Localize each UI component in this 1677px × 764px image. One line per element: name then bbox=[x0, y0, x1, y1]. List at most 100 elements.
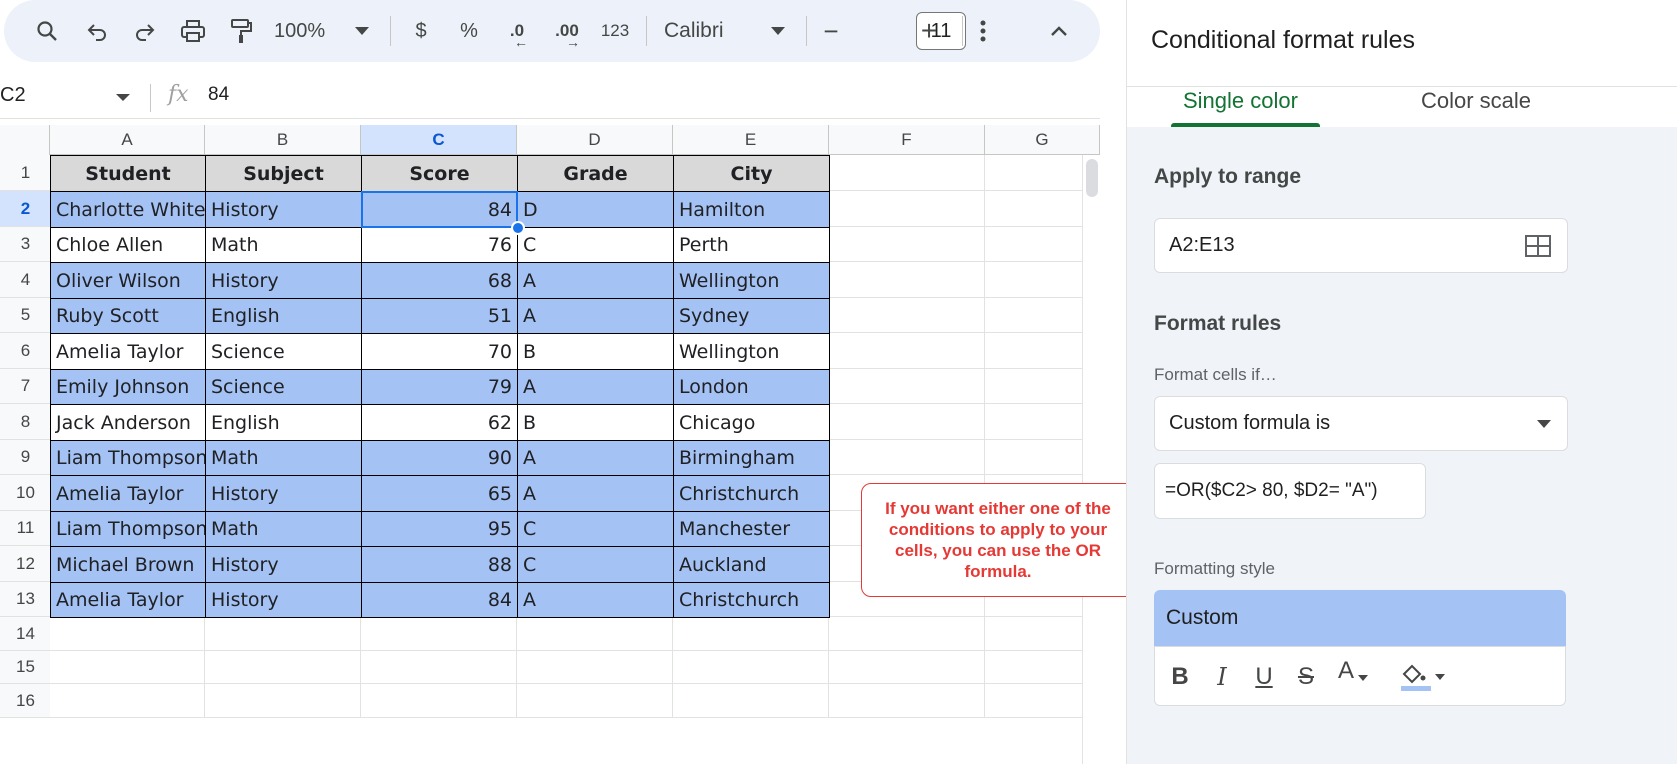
table-cell[interactable]: Wellington bbox=[673, 333, 830, 370]
vertical-scrollbar[interactable] bbox=[1082, 155, 1100, 764]
row-header-6[interactable]: 6 bbox=[0, 333, 52, 369]
row-header-16[interactable]: 16 bbox=[0, 684, 52, 718]
table-cell[interactable]: B bbox=[517, 333, 674, 370]
cell[interactable] bbox=[829, 617, 985, 651]
cell[interactable] bbox=[829, 333, 985, 369]
table-cell[interactable]: Christchurch bbox=[673, 475, 830, 512]
table-cell[interactable]: C bbox=[517, 546, 674, 583]
row-header-14[interactable]: 14 bbox=[0, 617, 52, 651]
table-cell[interactable]: Manchester bbox=[673, 511, 830, 547]
table-cell[interactable]: Birmingham bbox=[673, 440, 830, 476]
bold-button[interactable]: B bbox=[1165, 657, 1195, 697]
table-cell[interactable]: A bbox=[517, 475, 674, 512]
cell[interactable] bbox=[829, 440, 985, 475]
table-cell[interactable]: Emily Johnson bbox=[50, 369, 206, 405]
table-cell[interactable]: Auckland bbox=[673, 546, 830, 583]
table-cell[interactable]: A bbox=[517, 582, 674, 618]
decrease-font-size-button[interactable]: − bbox=[812, 0, 850, 62]
table-header-cell[interactable]: Subject bbox=[205, 155, 362, 192]
chevron-down-icon[interactable] bbox=[116, 94, 130, 101]
table-cell[interactable]: History bbox=[205, 191, 362, 228]
cell[interactable] bbox=[673, 684, 829, 718]
table-cell[interactable]: A bbox=[517, 440, 674, 476]
underline-button[interactable]: U bbox=[1249, 657, 1279, 697]
table-header-cell[interactable]: Student bbox=[50, 155, 206, 192]
cell[interactable] bbox=[829, 298, 985, 333]
table-cell[interactable]: 51 bbox=[361, 298, 518, 334]
table-cell[interactable]: 68 bbox=[361, 262, 518, 299]
scrollbar-thumb[interactable] bbox=[1086, 159, 1098, 197]
table-cell[interactable]: History bbox=[205, 262, 362, 299]
table-cell[interactable]: English bbox=[205, 298, 362, 334]
tab-color-scale[interactable]: Color scale bbox=[1421, 88, 1531, 114]
cell[interactable] bbox=[673, 617, 829, 651]
cell[interactable] bbox=[829, 651, 985, 684]
redo-icon[interactable] bbox=[126, 0, 164, 62]
cell[interactable] bbox=[361, 617, 517, 651]
table-cell[interactable]: History bbox=[205, 582, 362, 618]
zoom-select[interactable]: 100% bbox=[274, 0, 346, 62]
row-header-12[interactable]: 12 bbox=[0, 546, 52, 582]
cell[interactable] bbox=[673, 651, 829, 684]
text-color-button[interactable]: A bbox=[1331, 651, 1375, 691]
column-header-f[interactable]: F bbox=[829, 125, 985, 155]
table-cell[interactable]: Liam Thompson bbox=[50, 440, 206, 476]
cell[interactable] bbox=[829, 684, 985, 718]
cell[interactable] bbox=[517, 651, 673, 684]
cell[interactable] bbox=[361, 684, 517, 718]
row-header-5[interactable]: 5 bbox=[0, 298, 52, 333]
row-header-10[interactable]: 10 bbox=[0, 475, 52, 511]
cell[interactable] bbox=[205, 617, 361, 651]
increase-decimal-button[interactable]: .00 → bbox=[548, 0, 586, 62]
chevron-down-icon[interactable] bbox=[768, 0, 788, 62]
table-cell[interactable]: Math bbox=[205, 511, 362, 547]
table-cell[interactable]: Perth bbox=[673, 227, 830, 263]
row-header-4[interactable]: 4 bbox=[0, 262, 52, 298]
table-cell[interactable]: Hamilton bbox=[673, 191, 830, 228]
column-header-a[interactable]: A bbox=[50, 125, 205, 155]
cell[interactable] bbox=[829, 262, 985, 298]
table-cell[interactable]: 90 bbox=[361, 440, 518, 476]
table-cell[interactable]: A bbox=[517, 298, 674, 334]
table-cell[interactable]: Amelia Taylor bbox=[50, 582, 206, 618]
formatting-style-select[interactable]: Custom bbox=[1154, 590, 1566, 646]
table-cell[interactable]: History bbox=[205, 546, 362, 583]
table-cell[interactable]: Chicago bbox=[673, 404, 830, 441]
table-cell[interactable]: Sydney bbox=[673, 298, 830, 334]
table-cell[interactable]: Jack Anderson bbox=[50, 404, 206, 441]
table-cell[interactable]: English bbox=[205, 404, 362, 441]
table-cell[interactable]: Chloe Allen bbox=[50, 227, 206, 263]
table-cell[interactable]: C bbox=[517, 511, 674, 547]
formula-input[interactable]: 84 bbox=[208, 84, 229, 106]
row-header-15[interactable]: 15 bbox=[0, 651, 52, 684]
table-cell[interactable]: Amelia Taylor bbox=[50, 333, 206, 370]
cell[interactable] bbox=[829, 404, 985, 440]
table-cell[interactable]: 84 bbox=[361, 582, 518, 618]
table-cell[interactable]: A bbox=[517, 262, 674, 299]
table-cell[interactable]: 84 bbox=[361, 191, 518, 228]
cell[interactable] bbox=[205, 684, 361, 718]
table-cell[interactable]: D bbox=[517, 191, 674, 228]
table-header-cell[interactable]: City bbox=[673, 155, 830, 192]
chevron-down-icon[interactable] bbox=[352, 0, 372, 62]
table-cell[interactable]: London bbox=[673, 369, 830, 405]
table-cell[interactable]: Charlotte White bbox=[50, 191, 206, 228]
table-cell[interactable]: Liam Thompson bbox=[50, 511, 206, 547]
table-cell[interactable]: 65 bbox=[361, 475, 518, 512]
more-vert-icon[interactable] bbox=[964, 0, 1002, 62]
cell[interactable] bbox=[829, 155, 985, 191]
cell[interactable] bbox=[517, 617, 673, 651]
fill-handle[interactable] bbox=[511, 221, 525, 235]
column-header-c[interactable]: C bbox=[361, 125, 517, 155]
row-header-3[interactable]: 3 bbox=[0, 227, 52, 262]
table-cell[interactable]: 79 bbox=[361, 369, 518, 405]
percent-format-button[interactable]: % bbox=[450, 0, 488, 62]
table-cell[interactable]: 76 bbox=[361, 227, 518, 263]
table-cell[interactable]: A bbox=[517, 369, 674, 405]
undo-icon[interactable] bbox=[78, 0, 116, 62]
table-cell[interactable]: 95 bbox=[361, 511, 518, 547]
cell[interactable] bbox=[829, 191, 985, 227]
table-cell[interactable]: 70 bbox=[361, 333, 518, 370]
cell[interactable] bbox=[50, 684, 205, 718]
name-box[interactable]: C2 bbox=[0, 84, 26, 107]
